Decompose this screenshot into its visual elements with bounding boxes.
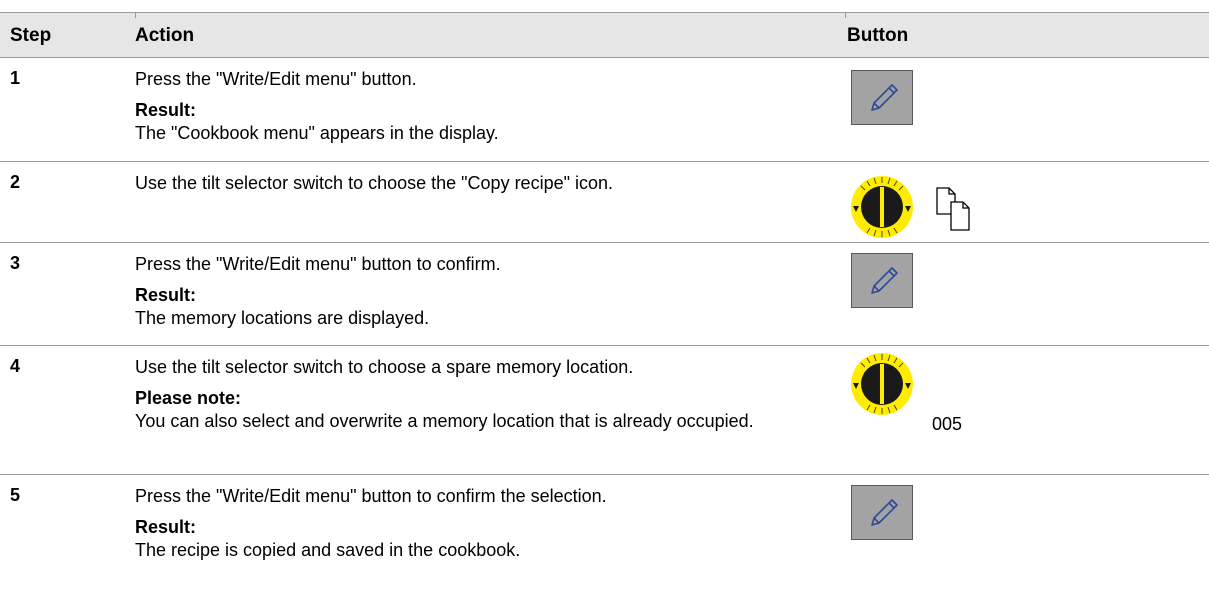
table-row-step-4: 4 Use the tilt selector switch to choose… bbox=[0, 346, 1209, 475]
table-row-step-1: 1 Press the "Write/Edit menu" button. Re… bbox=[0, 58, 1209, 162]
header-action: Action bbox=[135, 25, 195, 46]
pencil-icon bbox=[871, 499, 898, 526]
step-instruction: Press the "Write/Edit menu" button to co… bbox=[135, 254, 501, 274]
table-row-step-5: 5 Press the "Write/Edit menu" button to … bbox=[0, 475, 1209, 585]
write-edit-button-icon bbox=[851, 485, 913, 540]
step-action: Press the "Write/Edit menu" button to co… bbox=[135, 485, 785, 562]
copy-recipe-icon bbox=[936, 187, 970, 231]
step-number: 4 bbox=[10, 356, 21, 376]
step-instruction: Press the "Write/Edit menu" button. bbox=[135, 69, 417, 89]
memory-location-value: 005 bbox=[932, 414, 963, 434]
header-button: Button bbox=[847, 25, 909, 46]
pencil-icon bbox=[871, 267, 898, 294]
step-action: Use the tilt selector switch to choose t… bbox=[135, 172, 785, 195]
step-detail: The "Cookbook menu" appears in the displ… bbox=[135, 123, 499, 143]
step-subheading: Result: bbox=[135, 100, 197, 120]
step-action: Press the "Write/Edit menu" button to co… bbox=[135, 253, 785, 330]
column-divider-tick bbox=[845, 12, 846, 18]
step-action: Press the "Write/Edit menu" button. Resu… bbox=[135, 68, 785, 145]
step-detail: The memory locations are displayed. bbox=[135, 308, 430, 328]
tilt-selector-switch-icon bbox=[851, 176, 913, 238]
table-row-step-2: 2 Use the tilt selector switch to choose… bbox=[0, 162, 1209, 243]
step-instruction: Use the tilt selector switch to choose a… bbox=[135, 357, 634, 377]
step-detail: You can also select and overwrite a memo… bbox=[135, 411, 754, 431]
step-instruction: Press the "Write/Edit menu" button to co… bbox=[135, 486, 607, 506]
step-number: 3 bbox=[10, 253, 21, 273]
step-instruction: Use the tilt selector switch to choose t… bbox=[135, 173, 614, 193]
step-number: 2 bbox=[10, 172, 21, 192]
write-edit-button-icon bbox=[851, 70, 913, 125]
step-subheading: Result: bbox=[135, 517, 197, 537]
instruction-table: Step Action Button 1 Press the "Write/Ed… bbox=[0, 12, 1209, 585]
pencil-icon bbox=[871, 84, 898, 111]
column-divider-tick bbox=[135, 12, 136, 18]
step-number: 5 bbox=[10, 485, 21, 505]
tilt-selector-switch-icon bbox=[851, 353, 913, 415]
table-header: Step Action Button bbox=[0, 12, 1209, 58]
header-step: Step bbox=[10, 25, 52, 46]
write-edit-button-icon bbox=[851, 253, 913, 308]
step-number: 1 bbox=[10, 68, 21, 88]
step-subheading: Please note: bbox=[135, 388, 242, 408]
table-row-step-3: 3 Press the "Write/Edit menu" button to … bbox=[0, 243, 1209, 346]
step-detail: The recipe is copied and saved in the co… bbox=[135, 540, 521, 560]
step-subheading: Result: bbox=[135, 285, 197, 305]
step-action: Use the tilt selector switch to choose a… bbox=[135, 356, 785, 433]
